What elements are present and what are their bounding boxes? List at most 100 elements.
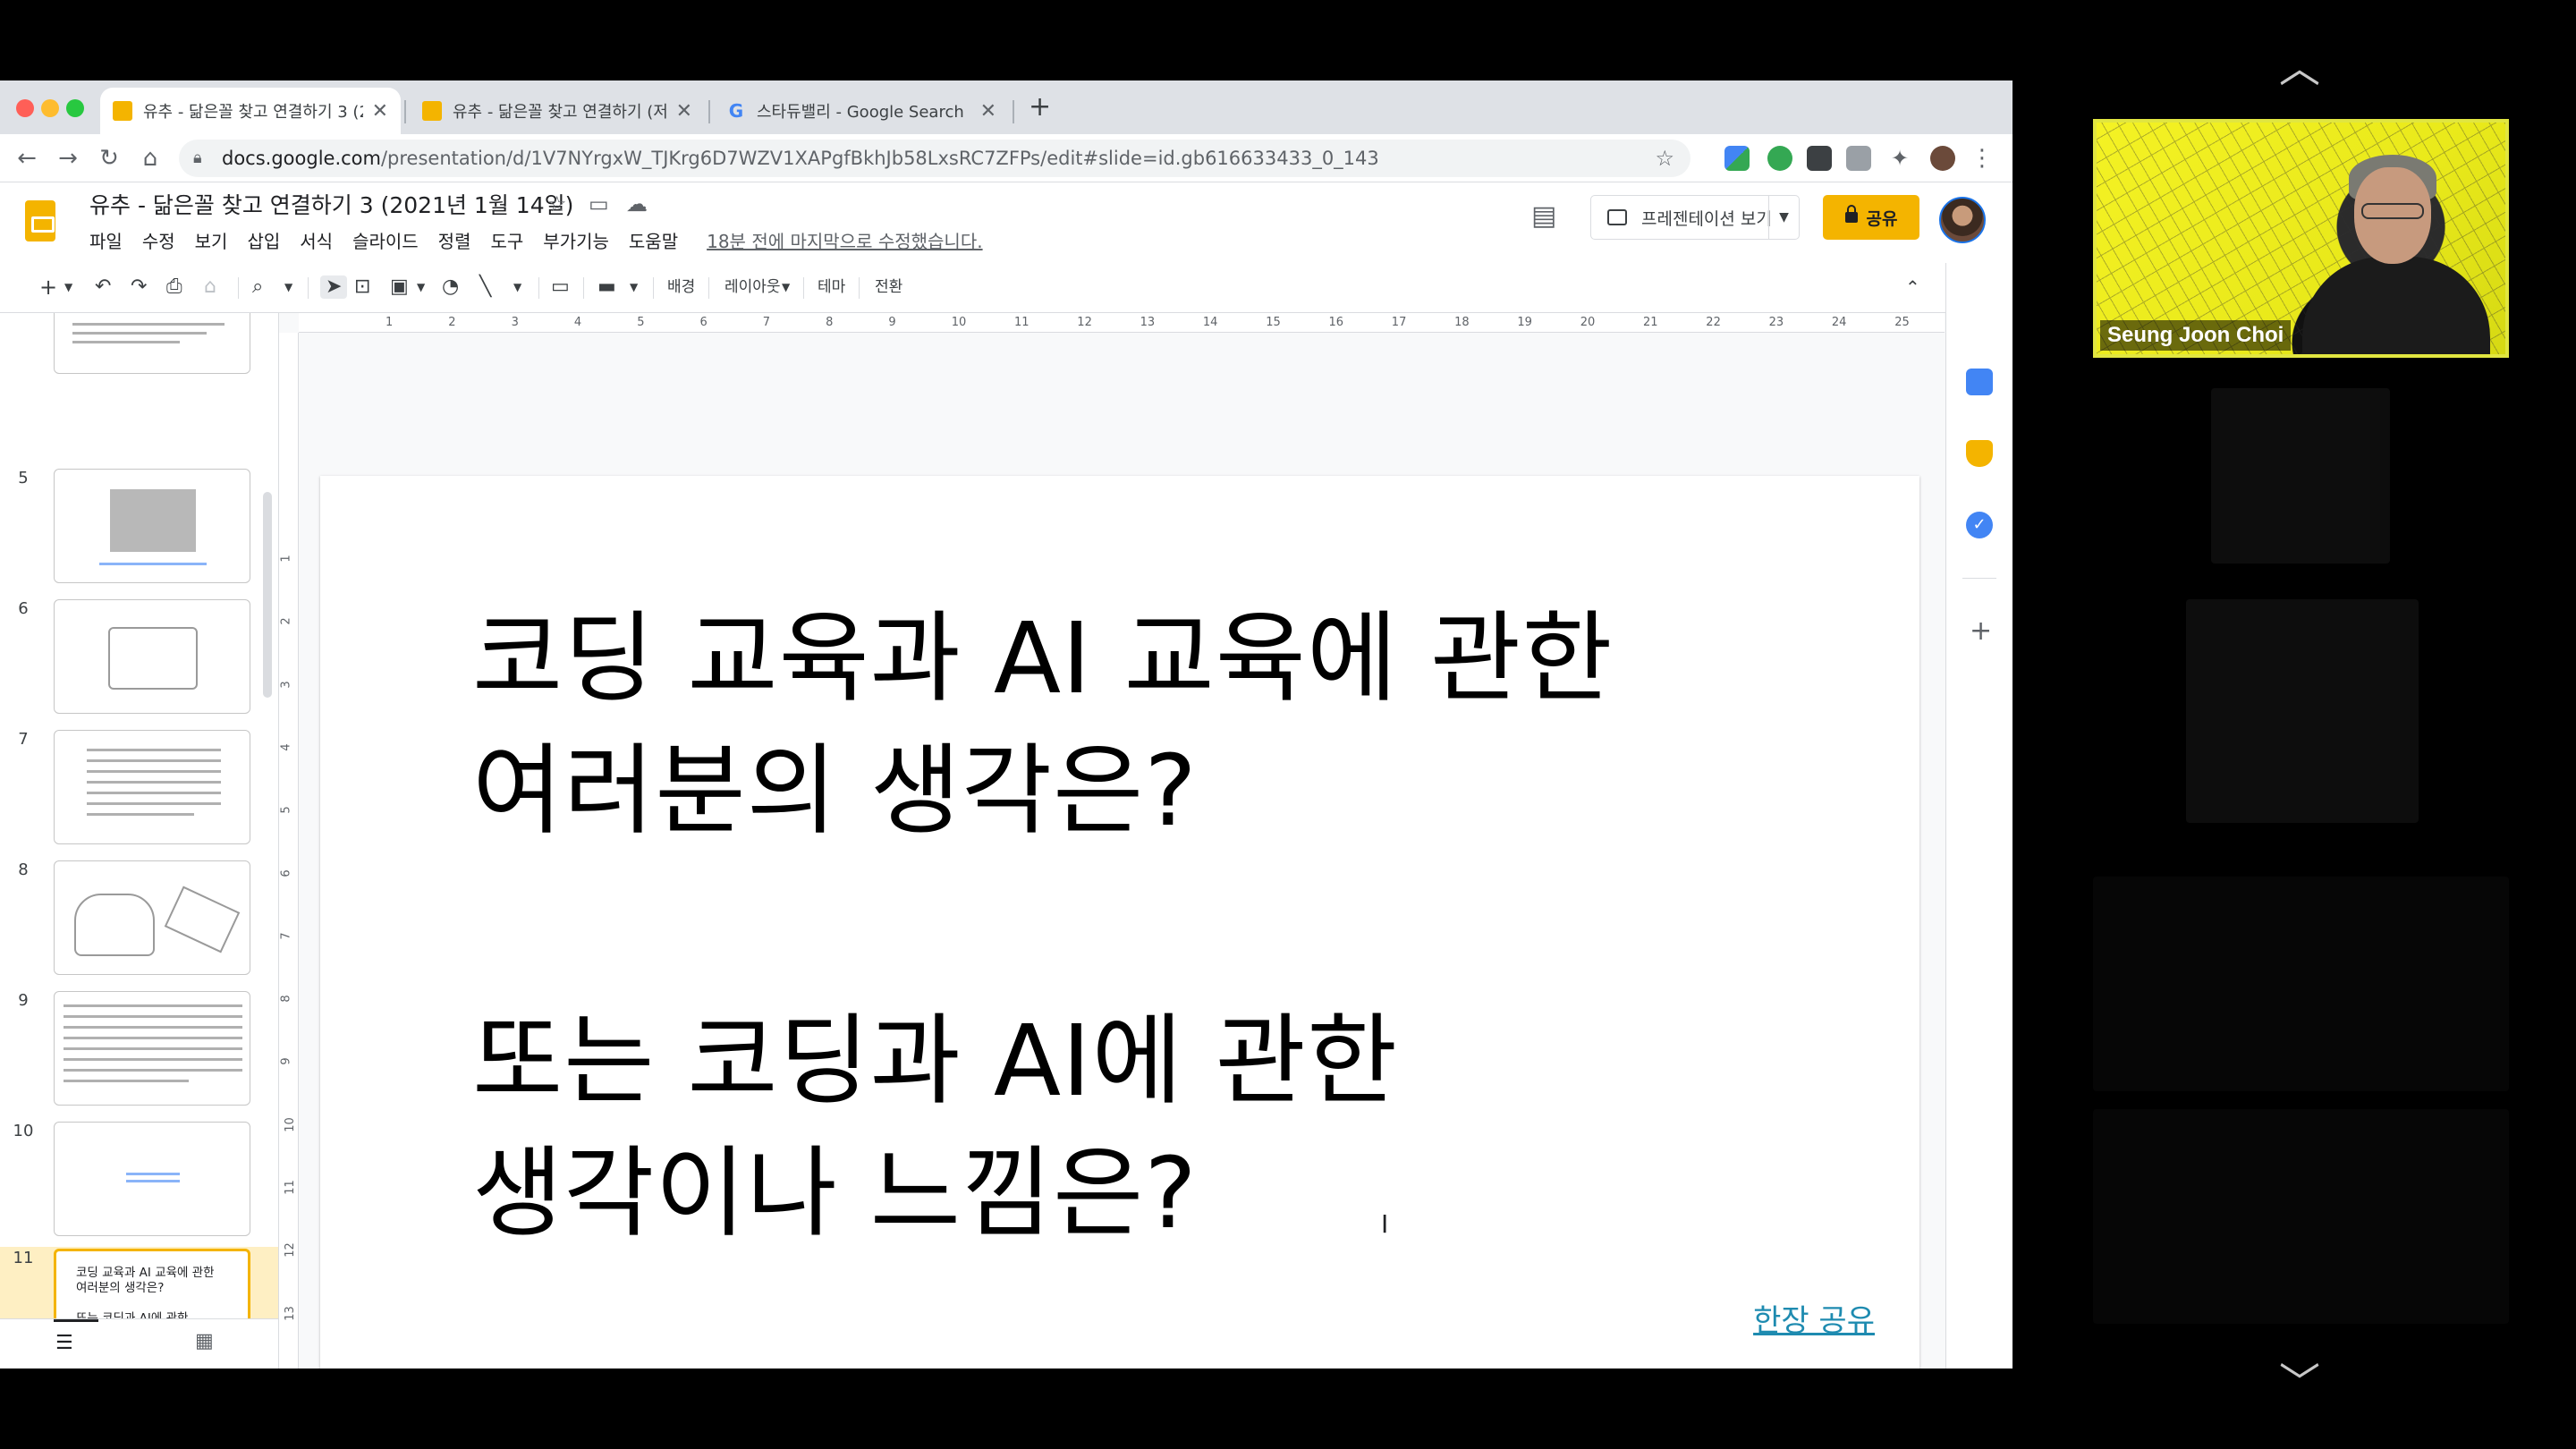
menu-file[interactable]: 파일 bbox=[89, 227, 123, 253]
browser-menu-icon[interactable]: ⋮ bbox=[1968, 145, 1996, 172]
ruler-tick-label: 11 bbox=[1014, 316, 1030, 329]
participant-video[interactable]: Seung Joon Choi bbox=[2093, 119, 2509, 358]
forward-icon[interactable]: → bbox=[54, 145, 82, 172]
print-icon[interactable]: ⎙ bbox=[166, 275, 182, 299]
participant-video-dim[interactable] bbox=[2093, 877, 2509, 1091]
extension-icon[interactable] bbox=[1724, 146, 1750, 171]
fill-dropdown-icon[interactable]: ▼ bbox=[630, 275, 638, 299]
address-bar[interactable]: 🔒︎ docs.google.com/presentation/d/1V7NYr… bbox=[179, 140, 1690, 177]
image-icon[interactable]: ▣ bbox=[390, 275, 409, 299]
star-icon[interactable]: ☆ bbox=[547, 191, 567, 216]
cloud-status-icon[interactable]: ☁ bbox=[626, 191, 648, 216]
scroll-down-icon[interactable]: ﹀ bbox=[2268, 1351, 2331, 1410]
layout-dropdown-icon[interactable]: ▼ bbox=[782, 275, 790, 299]
image-dropdown-icon[interactable]: ▼ bbox=[417, 275, 425, 299]
comment-history-icon[interactable]: ▤ bbox=[1531, 200, 1556, 232]
slide-thumbnail[interactable] bbox=[54, 599, 250, 714]
account-avatar[interactable] bbox=[1939, 197, 1986, 243]
lock-icon[interactable]: 🔒︎ bbox=[193, 140, 202, 177]
slide-thumbnail[interactable] bbox=[54, 1122, 250, 1236]
collapse-toolbar-icon[interactable]: ⌃ bbox=[1905, 275, 1920, 299]
add-comment-icon[interactable]: ▭ bbox=[551, 275, 570, 299]
extension-icon[interactable] bbox=[1807, 146, 1832, 171]
theme-button[interactable]: 테마 bbox=[818, 275, 845, 299]
line-icon[interactable]: ╲ bbox=[479, 275, 491, 299]
close-tab-icon[interactable]: ✕ bbox=[676, 100, 692, 123]
menu-tools[interactable]: 도구 bbox=[490, 227, 523, 253]
calendar-icon[interactable] bbox=[1966, 369, 1993, 395]
new-slide-dropdown-icon[interactable]: ▼ bbox=[64, 275, 72, 299]
slide-thumbnail[interactable] bbox=[54, 991, 250, 1106]
bookmark-star-icon[interactable]: ☆ bbox=[1655, 140, 1674, 177]
close-window-button[interactable] bbox=[16, 99, 34, 117]
slide-thumbnail[interactable] bbox=[54, 313, 250, 374]
fill-color-icon[interactable]: ▬ bbox=[597, 275, 616, 299]
slide-question-1[interactable]: 코딩 교육과 AI 교육에 관한 여러분의 생각은? bbox=[472, 592, 1614, 857]
puzzle-extensions-icon[interactable]: ✦ bbox=[1885, 145, 1914, 172]
vertical-ruler: 1234567891011121314 bbox=[279, 333, 299, 1368]
close-tab-icon[interactable]: ✕ bbox=[372, 100, 388, 123]
menu-insert[interactable]: 삽입 bbox=[247, 227, 280, 253]
close-tab-icon[interactable]: ✕ bbox=[980, 100, 996, 123]
background-button[interactable]: 배경 bbox=[667, 275, 695, 299]
slides-logo-icon[interactable] bbox=[25, 200, 55, 242]
paint-format-icon[interactable]: ⌂ bbox=[204, 275, 216, 299]
transition-button[interactable]: 전환 bbox=[875, 275, 902, 299]
minimize-window-button[interactable] bbox=[41, 99, 59, 117]
menu-addons[interactable]: 부가기능 bbox=[543, 227, 609, 253]
profile-avatar[interactable] bbox=[1930, 146, 1955, 171]
slide-thumbnail[interactable] bbox=[54, 860, 250, 975]
zoom-dropdown-icon[interactable]: ▼ bbox=[284, 275, 292, 299]
scroll-up-icon[interactable]: ︿ bbox=[2268, 36, 2331, 95]
filmstrip-scrollbar[interactable] bbox=[263, 492, 272, 698]
new-tab-button[interactable]: + bbox=[1029, 91, 1051, 123]
share-button[interactable]: 공유 bbox=[1823, 195, 1919, 240]
select-cursor-icon[interactable]: ➤ bbox=[320, 275, 348, 299]
new-slide-icon[interactable]: + bbox=[39, 275, 57, 299]
keep-icon[interactable] bbox=[1966, 440, 1993, 467]
slide-canvas[interactable]: 코딩 교육과 AI 교육에 관한 여러분의 생각은? 또는 코딩과 AI에 관한… bbox=[320, 476, 1919, 1368]
present-button[interactable]: 프레젠테이션 보기 ▼ bbox=[1590, 195, 1800, 240]
layout-button[interactable]: 레이아웃 bbox=[724, 275, 781, 299]
menu-slide[interactable]: 슬라이드 bbox=[352, 227, 419, 253]
slide-thumbnail[interactable] bbox=[54, 730, 250, 844]
extension-icon[interactable] bbox=[1846, 146, 1871, 171]
shape-icon[interactable]: ◔ bbox=[442, 275, 459, 299]
slide-link-share[interactable]: 한장 공유 bbox=[1753, 1296, 1875, 1340]
participant-video-dim[interactable] bbox=[2186, 599, 2419, 823]
slide-question-2[interactable]: 또는 코딩과 AI에 관한 생각이나 느낌은? bbox=[472, 995, 1398, 1259]
list-view-icon[interactable]: ☰ bbox=[55, 1332, 73, 1354]
reload-icon[interactable]: ↻ bbox=[95, 145, 123, 172]
menu-help[interactable]: 도움말 bbox=[629, 227, 678, 253]
slide-thumbnail[interactable] bbox=[54, 469, 250, 583]
text-box-icon[interactable]: ⊡ bbox=[354, 275, 370, 299]
tab-slides-3[interactable]: 유추 - 닮은꼴 찾고 연결하기 3 (2021 ✕ bbox=[100, 88, 401, 134]
participant-video-dim[interactable] bbox=[2093, 1109, 2509, 1324]
tasks-icon[interactable]: ✓ bbox=[1966, 512, 1993, 538]
menu-arrange[interactable]: 정렬 bbox=[438, 227, 471, 253]
ruler-tick-label: 15 bbox=[1266, 316, 1281, 329]
extension-icon[interactable] bbox=[1767, 146, 1792, 171]
undo-icon[interactable]: ↶ bbox=[95, 275, 111, 299]
home-icon[interactable]: ⌂ bbox=[136, 145, 165, 172]
menu-edit[interactable]: 수정 bbox=[142, 227, 175, 253]
move-folder-icon[interactable]: ▭ bbox=[589, 191, 609, 216]
menu-format[interactable]: 서식 bbox=[300, 227, 333, 253]
maximize-window-button[interactable] bbox=[66, 99, 84, 117]
menu-view[interactable]: 보기 bbox=[195, 227, 228, 253]
thumb-text-line bbox=[126, 1180, 180, 1182]
participant-video-dim[interactable] bbox=[2211, 388, 2390, 564]
ruler-tick-label: 17 bbox=[1391, 316, 1407, 329]
zoom-icon[interactable]: ⌕ bbox=[252, 275, 263, 299]
present-dropdown-icon[interactable]: ▼ bbox=[1768, 196, 1799, 239]
document-title[interactable]: 유추 - 닮은꼴 찾고 연결하기 3 (2021년 1월 14일) bbox=[89, 188, 573, 220]
grid-view-icon[interactable]: ▦ bbox=[195, 1330, 214, 1352]
last-edit-link[interactable]: 18분 전에 마지막으로 수정했습니다. bbox=[707, 227, 982, 253]
back-icon[interactable]: ← bbox=[13, 145, 41, 172]
slides-favicon-icon bbox=[422, 101, 442, 121]
line-dropdown-icon[interactable]: ▼ bbox=[513, 275, 521, 299]
add-addon-icon[interactable]: + bbox=[1970, 615, 1992, 647]
tab-google-search[interactable]: G 스타듀밸리 - Google Search ✕ bbox=[714, 88, 1009, 134]
redo-icon[interactable]: ↷ bbox=[131, 275, 147, 299]
tab-slides-author[interactable]: 유추 - 닮은꼴 찾고 연결하기 (저자 ... ✕ bbox=[410, 88, 705, 134]
